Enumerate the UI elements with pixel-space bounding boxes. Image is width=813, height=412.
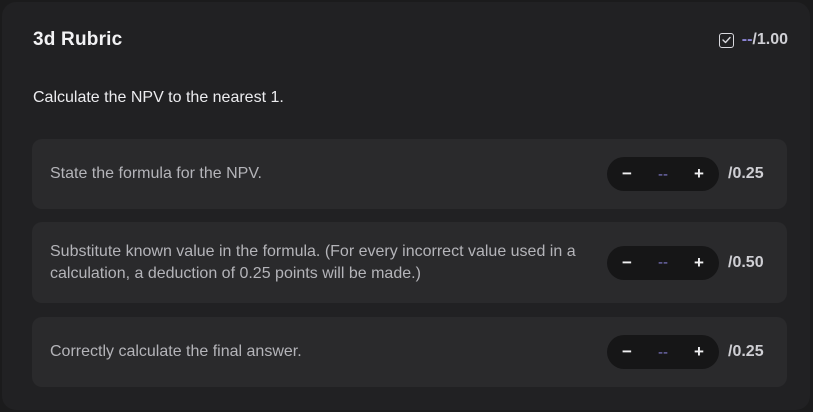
stepper-value[interactable]: --	[658, 344, 668, 361]
criterion-text: State the formula for the NPV.	[50, 165, 262, 182]
criterion-row: Substitute known value in the formula. (…	[32, 222, 787, 303]
stepper-value[interactable]: --	[658, 254, 668, 271]
decrement-button[interactable]: −	[619, 253, 635, 273]
score-stepper[interactable]: − -- +	[607, 157, 719, 191]
stepper-value[interactable]: --	[658, 166, 668, 183]
increment-button[interactable]: +	[691, 164, 707, 184]
criterion-text: Correctly calculate the final answer.	[50, 343, 302, 360]
increment-button[interactable]: +	[691, 342, 707, 362]
rubric-panel: 3d Rubric --/1.00 Calculate the NPV to t…	[2, 2, 810, 410]
criterion-max-points: /0.25	[728, 165, 764, 182]
decrement-button[interactable]: −	[619, 342, 635, 362]
decrement-button[interactable]: −	[619, 164, 635, 184]
rubric-score: --/1.00	[718, 31, 788, 49]
score-stepper[interactable]: − -- +	[607, 245, 719, 280]
criterion-max-points: /0.50	[728, 253, 764, 271]
rubric-score-max: /1.00	[752, 31, 788, 48]
rubric-title: 3d Rubric	[33, 29, 123, 50]
criterion-row: Correctly calculate the final answer. − …	[32, 317, 787, 387]
rubric-score-value: --	[741, 31, 753, 48]
criterion-row: State the formula for the NPV. − -- + /0…	[32, 139, 787, 209]
increment-button[interactable]: +	[691, 253, 707, 273]
score-stepper[interactable]: − -- +	[607, 335, 719, 369]
checkbox-check-icon	[718, 32, 734, 48]
rubric-description: Calculate the NPV to the nearest 1.	[33, 89, 284, 106]
criterion-max-points: /0.25	[728, 343, 764, 360]
criterion-text: Substitute known value in the formula. (…	[50, 242, 576, 282]
